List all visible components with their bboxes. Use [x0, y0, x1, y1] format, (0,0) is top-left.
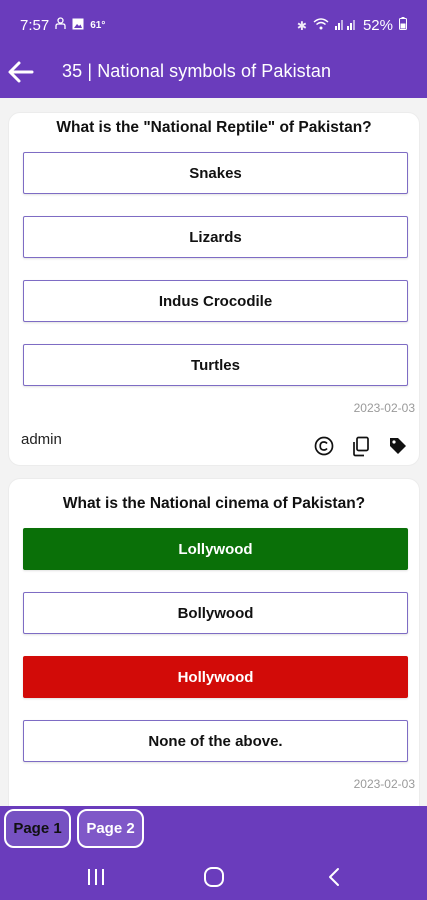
status-left: 7:57 61°	[20, 17, 105, 34]
status-battery-percent: 52%	[362, 17, 393, 34]
copy-icon[interactable]	[350, 435, 372, 457]
answer-option[interactable]: Indus Crocodile	[23, 280, 408, 322]
recents-icon[interactable]	[84, 866, 108, 888]
answer-option[interactable]: Turtles	[23, 344, 408, 386]
app-bar: 35 | National symbols of Pakistan	[0, 48, 427, 98]
bluetooth-icon: ✱	[296, 18, 307, 33]
post-date: 2023-02-03	[353, 777, 415, 791]
answer-option[interactable]: Lizards	[23, 216, 408, 258]
status-right: ✱ 52%	[297, 17, 407, 34]
back-icon[interactable]	[322, 866, 346, 888]
answer-option-wrong[interactable]: Hollywood	[23, 656, 408, 698]
pagination-bar: Page 1 Page 2	[0, 806, 427, 852]
page-2-button[interactable]: Page 2	[77, 809, 144, 848]
home-icon[interactable]	[202, 866, 226, 888]
page-1-button[interactable]: Page 1	[4, 809, 71, 848]
status-time: 7:57	[20, 17, 50, 34]
question-card: What is the "National Reptile" of Pakist…	[8, 112, 420, 466]
answer-option[interactable]: Bollywood	[23, 592, 408, 634]
status-temperature: 61°	[90, 20, 106, 31]
battery-icon	[399, 17, 407, 34]
status-bar: 7:57 61° ✱ 52%	[0, 0, 427, 48]
author-name: admin	[21, 431, 62, 448]
arrow-left-icon[interactable]	[6, 58, 36, 86]
copyright-icon[interactable]	[313, 435, 335, 457]
wifi-icon	[313, 17, 329, 34]
post-date: 2023-02-03	[353, 401, 415, 415]
page-title: 35 | National symbols of Pakistan	[62, 61, 332, 81]
card-actions	[313, 435, 409, 457]
question-text: What is the "National Reptile" of Pakist…	[56, 119, 372, 136]
answer-option[interactable]: None of the above.	[23, 720, 408, 762]
answer-option[interactable]: Snakes	[23, 152, 408, 194]
question-text: What is the National cinema of Pakistan?	[62, 495, 366, 512]
answer-option-correct[interactable]: Lollywood	[23, 528, 408, 570]
system-nav-bar	[0, 852, 427, 900]
image-icon	[72, 17, 84, 34]
person-icon	[55, 17, 66, 34]
signal-icon	[334, 17, 357, 34]
tag-icon[interactable]	[387, 435, 409, 457]
quiz-list[interactable]: What is the "National Reptile" of Pakist…	[0, 98, 427, 806]
question-card: What is the National cinema of Pakistan?…	[8, 478, 420, 806]
